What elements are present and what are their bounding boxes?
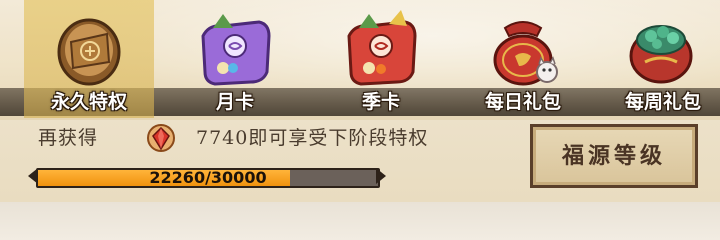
- privilege-progress-bar: 22260/30000: [26, 164, 388, 188]
- tab-label: 永久特权: [50, 91, 127, 113]
- jade-treasure-icon: [629, 25, 693, 84]
- progress-value-text: 22260/30000: [149, 168, 267, 187]
- content-area-background: [0, 202, 720, 240]
- progress-message: 7740即可享受下阶段特权: [196, 127, 429, 149]
- lucky-bag-icon: [493, 21, 558, 86]
- purple-giftbag-icon: [201, 14, 271, 86]
- tab-permanent[interactable]: 永久特权: [24, 0, 154, 118]
- red-giftbag-icon: [347, 10, 417, 86]
- tab-label: 每日礼包: [484, 91, 561, 113]
- tab-label: 季卡: [361, 91, 400, 113]
- progress-prefix: 再获得: [38, 127, 99, 149]
- scroll-token-icon: [57, 18, 121, 86]
- tab-weekly-pack[interactable]: 每周礼包: [598, 0, 720, 118]
- tab-monthly-card[interactable]: 月卡: [170, 0, 300, 118]
- fortune-level-button[interactable]: 福源等级: [530, 124, 698, 188]
- tab-daily-pack[interactable]: 每日礼包: [458, 0, 588, 118]
- bar-right-cap-icon: [376, 168, 386, 184]
- tab-label: 每周礼包: [624, 91, 701, 113]
- tab-bar: 永久特权 月卡 季卡 每日礼包 每周礼包: [0, 0, 720, 120]
- red-gem-icon: [147, 124, 175, 152]
- progress-track: 22260/30000: [36, 168, 380, 188]
- tab-season-card[interactable]: 季卡: [316, 0, 446, 118]
- tab-label: 月卡: [215, 91, 254, 113]
